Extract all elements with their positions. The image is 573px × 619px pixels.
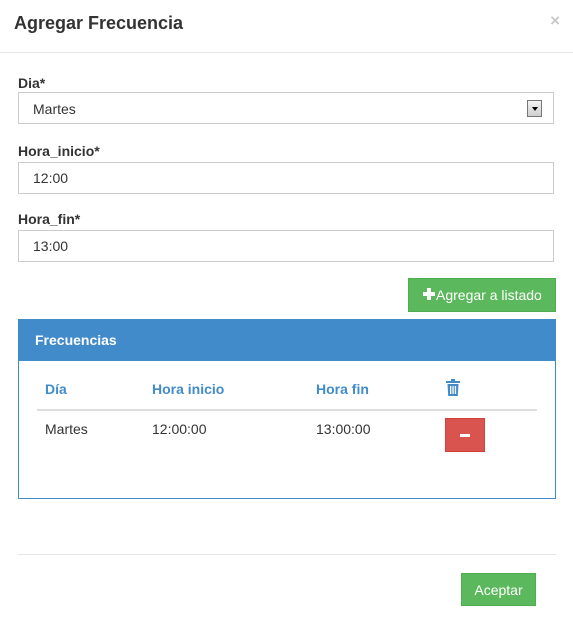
column-header-hora-fin: Hora fin [316,381,369,397]
modal-title: Agregar Frecuencia [14,13,184,33]
dia-select-value: Martes [33,101,76,117]
panel-title: Frecuencias [35,332,117,348]
remove-row-button[interactable] [445,418,485,452]
hora-fin-label: Hora_fin* [18,211,81,227]
close-icon[interactable]: × [550,11,560,31]
modal-footer-divider [18,554,556,555]
hora-inicio-label: Hora_inicio* [18,143,100,159]
dia-select[interactable]: Martes [18,92,554,124]
column-header-dia: Día [45,381,67,397]
cell-hora-inicio: 12:00:00 [152,421,207,437]
trash-icon [446,379,460,396]
plus-icon [423,288,435,300]
accept-button-label: Aceptar [474,582,523,598]
cell-dia: Martes [45,421,88,437]
add-to-list-label: Agregar a listado [436,287,542,303]
modal-header: Agregar Frecuencia × [0,0,573,53]
panel-heading: Frecuencias [19,320,555,361]
frecuencias-panel: Frecuencias Día Hora inicio Hora fin Mar… [18,319,556,499]
chevron-down-icon[interactable] [527,100,542,117]
dia-label: Dia* [18,75,46,91]
accept-button[interactable]: Aceptar [461,573,536,606]
hora-fin-input[interactable] [18,230,554,262]
hora-inicio-input[interactable] [18,162,554,194]
table-header-divider [37,409,537,411]
cell-hora-fin: 13:00:00 [316,421,371,437]
add-to-list-button[interactable]: Agregar a listado [408,278,556,312]
column-header-hora-inicio: Hora inicio [152,381,225,397]
